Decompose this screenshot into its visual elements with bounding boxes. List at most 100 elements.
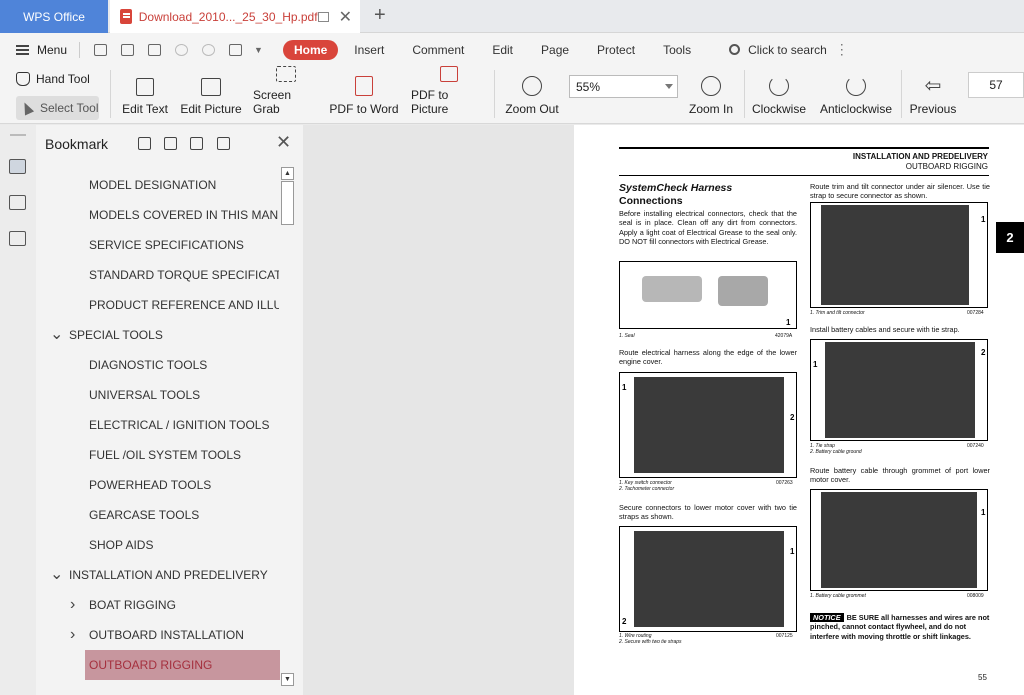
bookmark-item-label: OUTBOARD RIGGING <box>89 658 213 672</box>
new-tab-icon[interactable]: + <box>374 4 386 27</box>
callout-number: 1 <box>786 318 791 327</box>
edit-picture-button[interactable]: Edit Picture <box>180 66 242 124</box>
bookmark-item[interactable]: › BOAT RIGGING <box>36 590 279 620</box>
screen-grab-label: Screen Grab <box>253 88 292 116</box>
search-box[interactable]: Click to search <box>729 43 827 57</box>
undo-icon[interactable] <box>175 43 189 56</box>
separator <box>744 70 745 118</box>
chevron-down-icon[interactable]: ⌄ <box>50 564 63 584</box>
bookmark-item[interactable]: POWERHEAD TOOLS <box>36 470 279 500</box>
paragraph: Before installing electrical connectors,… <box>619 209 797 246</box>
edit-picture-icon <box>201 78 221 96</box>
add-bookmark-icon[interactable] <box>138 137 151 150</box>
wps-office-tab[interactable]: WPS Office <box>0 0 108 33</box>
bookmark-panel-icon[interactable] <box>9 159 26 174</box>
close-tab-icon[interactable]: ✕ <box>339 7 352 27</box>
figure-code: 007240 <box>967 443 984 449</box>
pdf-to-picture-button[interactable]: PDF to Picture <box>411 66 487 124</box>
callout-number: 1 <box>981 508 986 517</box>
callout-number: 1 <box>622 383 627 392</box>
zoom-out-button[interactable]: Zoom Out <box>503 66 561 124</box>
bookmark-item[interactable]: ›OUTBOARD RIGGING <box>85 650 280 680</box>
chevron-right-icon[interactable]: › <box>70 626 75 644</box>
bookmark-item[interactable]: PRODUCT REFERENCE AND ILLUS... <box>36 290 279 320</box>
bookmark-item[interactable]: ⌄ INSTALLATION AND PREDELIVERY <box>36 560 279 590</box>
window-icon[interactable] <box>317 11 329 22</box>
bookmark-item[interactable]: FUEL /OIL SYSTEM TOOLS <box>36 440 279 470</box>
chevron-down-icon[interactable]: ⌄ <box>50 324 63 344</box>
bookmark-item-label: UNIVERSAL TOOLS <box>89 388 201 402</box>
attachment-panel-icon[interactable] <box>9 231 26 246</box>
chevron-right-icon[interactable]: › <box>70 596 75 614</box>
collapse-all-icon[interactable] <box>190 137 203 150</box>
tab-comment[interactable]: Comment <box>412 43 464 57</box>
tab-home[interactable]: Home <box>282 39 339 60</box>
tab-page[interactable]: Page <box>541 43 569 57</box>
bookmark-item-label: INSTALLATION AND PREDELIVERY <box>69 568 268 582</box>
figure-code: 007125 <box>776 633 793 639</box>
engine-photo <box>821 205 969 305</box>
zoom-in-button[interactable]: Zoom In <box>686 66 736 124</box>
screen-grab-button[interactable]: Screen Grab <box>253 66 319 124</box>
bookmark-item[interactable]: SHOP AIDS <box>36 530 279 560</box>
expand-all-icon[interactable] <box>164 137 177 150</box>
open-folder-icon[interactable] <box>94 43 108 56</box>
paragraph: Route battery cable through grommet of p… <box>810 466 990 485</box>
pdf-icon <box>120 9 132 24</box>
zoom-level-select[interactable]: 55% <box>569 75 678 98</box>
thumbnail-panel-icon[interactable] <box>9 195 26 210</box>
export-icon[interactable] <box>229 43 243 56</box>
tab-protect[interactable]: Protect <box>597 43 635 57</box>
select-tool-button[interactable]: Select Tool <box>16 96 99 120</box>
callout-number: 1 <box>981 215 986 224</box>
hamburger-icon <box>16 44 29 55</box>
document-tab[interactable]: Download_2010..._25_30_Hp.pdf ✕ <box>110 0 360 33</box>
page-number: 55 <box>978 673 987 682</box>
print-icon[interactable] <box>148 43 162 56</box>
paragraph: Route trim and tilt connector under air … <box>810 182 990 201</box>
bookmark-item[interactable]: SERVICE SPECIFICATIONS <box>36 230 279 260</box>
paragraph: Secure connectors to lower motor cover w… <box>619 503 797 522</box>
redo-icon[interactable] <box>202 43 216 56</box>
pdf-to-word-button[interactable]: PDF to Word <box>329 66 399 124</box>
edit-text-button[interactable]: Edit Text <box>120 66 170 124</box>
bookmark-options-icon[interactable] <box>217 137 230 150</box>
tab-insert[interactable]: Insert <box>354 43 384 57</box>
menu-button[interactable]: Menu <box>16 43 67 57</box>
more-options-icon[interactable]: ⋮ <box>835 41 849 58</box>
engine-photo <box>634 531 784 627</box>
bookmark-item[interactable]: GEARCASE TOOLS <box>36 500 279 530</box>
tab-tools[interactable]: Tools <box>663 43 691 57</box>
bookmark-item[interactable]: ELECTRICAL / IGNITION TOOLS <box>36 410 279 440</box>
paragraph: Route electrical harness along the edge … <box>619 348 797 367</box>
rotate-anticlockwise-button[interactable]: Anticlockwise <box>818 66 894 124</box>
bookmark-item[interactable]: MODEL DESIGNATION <box>36 170 279 200</box>
bookmark-item[interactable]: STANDARD TORQUE SPECIFICATI... <box>36 260 279 290</box>
figure-caption: 1. Seal <box>619 333 635 339</box>
document-area[interactable]: INSTALLATION AND PREDELIVERY OUTBOARD RI… <box>303 125 1024 695</box>
bookmark-item-label: POWERHEAD TOOLS <box>89 478 212 492</box>
tab-edit[interactable]: Edit <box>492 43 513 57</box>
hand-icon <box>16 72 30 86</box>
bookmark-item[interactable]: › OUTBOARD INSTALLATION <box>36 620 279 650</box>
bookmark-item[interactable]: ⌄ SPECIAL TOOLS <box>36 320 279 350</box>
bookmark-item[interactable]: DIAGNOSTIC TOOLS <box>36 350 279 380</box>
page-number-input[interactable]: 57 <box>968 72 1024 98</box>
figure-tie-straps: 1 2 <box>619 526 797 632</box>
figure-grommet: 1 <box>810 489 988 591</box>
hand-tool-button[interactable]: Hand Tool <box>16 72 90 86</box>
save-icon[interactable] <box>121 43 135 56</box>
bookmark-item[interactable]: UNIVERSAL TOOLS <box>36 380 279 410</box>
chevron-down-icon[interactable]: ▼ <box>254 45 263 55</box>
scroll-thumb[interactable] <box>281 181 294 225</box>
bookmark-item[interactable]: MODELS COVERED IN THIS MANU... <box>36 200 279 230</box>
scroll-down-icon[interactable]: ▼ <box>281 673 294 686</box>
header-rule <box>619 175 989 176</box>
bookmark-panel: Bookmark ✕ MODEL DESIGNATION MODELS COVER… <box>36 125 303 695</box>
rotate-clockwise-button[interactable]: Clockwise <box>750 66 808 124</box>
bookmark-scrollbar[interactable]: ▲ ▼ <box>281 167 295 687</box>
scroll-up-icon[interactable]: ▲ <box>281 167 294 180</box>
bookmark-item-label: BOAT RIGGING <box>89 598 176 612</box>
previous-page-button[interactable]: ⇦ Previous <box>908 66 958 124</box>
close-panel-icon[interactable]: ✕ <box>276 132 291 153</box>
